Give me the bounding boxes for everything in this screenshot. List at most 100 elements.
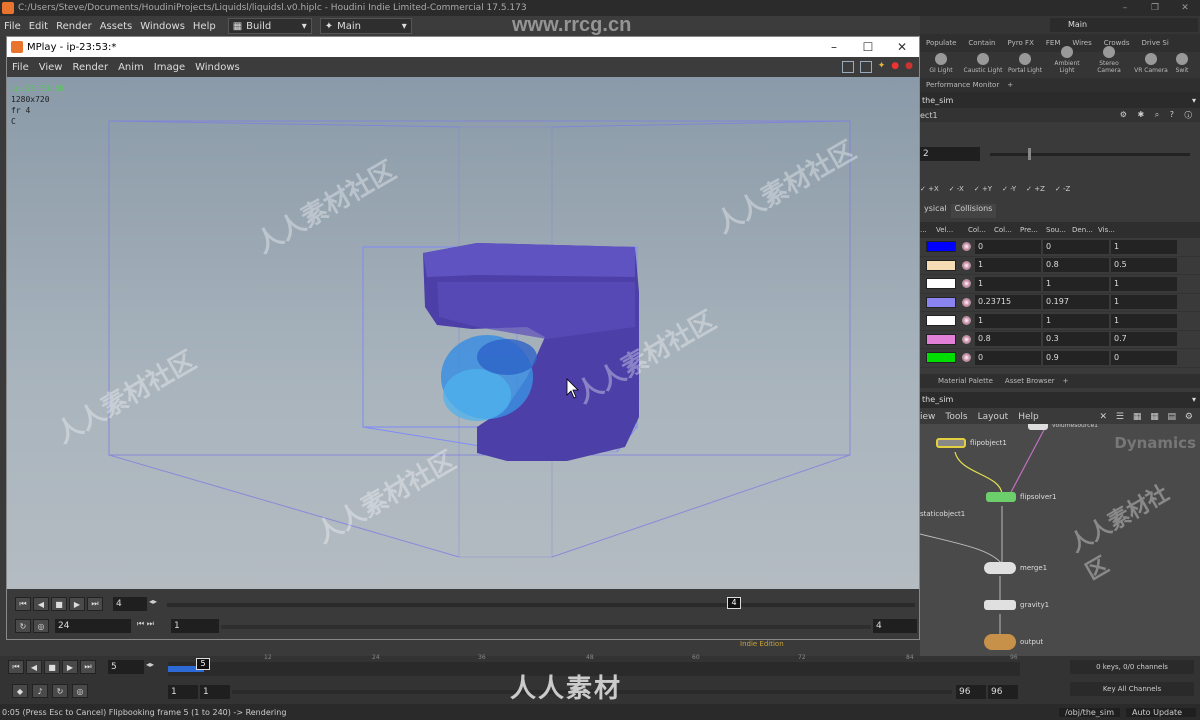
stop-render-icon[interactable]: ● [891, 61, 899, 73]
menu-assets[interactable]: Assets [96, 21, 137, 32]
color-value[interactable]: 0.8 [975, 332, 1041, 347]
range-step-icon[interactable]: ⏮ ⏭ [137, 619, 154, 629]
color-value[interactable]: 1 [1111, 239, 1177, 254]
col-header[interactable]: ... [920, 226, 936, 234]
minimize-icon[interactable]: – [817, 40, 851, 54]
star-icon[interactable]: ✦ [878, 61, 886, 73]
tool-portal-light[interactable]: Portal Light [1004, 53, 1046, 74]
col-header[interactable]: Pre... [1020, 226, 1046, 234]
col-header[interactable]: Vis... [1098, 226, 1124, 234]
fps-field[interactable]: 24 [55, 619, 131, 633]
tool-ambient-light[interactable]: Ambient Light [1046, 46, 1088, 74]
axis-toggle[interactable]: ✓ +X [920, 185, 939, 193]
range-end-field[interactable]: 4 [873, 619, 917, 633]
status-path[interactable]: /obj/the_sim [1059, 707, 1120, 717]
param-path[interactable]: the_sim ▾ [920, 92, 1200, 108]
jump-end-icon[interactable]: ⏭ [87, 597, 103, 611]
start-field[interactable]: 1 [168, 685, 198, 699]
mplay-frame-marker[interactable]: 4 [727, 597, 741, 609]
param-toolbar-icons[interactable]: ⚙ ✱ ⌕ ? ⓘ [1120, 110, 1200, 120]
loop-icon[interactable]: ↻ [52, 684, 68, 698]
keyframe-icon[interactable]: ◆ [12, 684, 28, 698]
param-slider[interactable] [990, 147, 1190, 160]
slider-handle[interactable] [1028, 147, 1031, 160]
menu-file[interactable]: File [0, 21, 25, 32]
node-output[interactable]: output [984, 634, 1043, 650]
net-menu-tools[interactable]: Tools [945, 412, 967, 422]
add-tab-icon[interactable]: + [1063, 377, 1069, 385]
color-picker-icon[interactable] [962, 334, 971, 344]
play-reverse-icon[interactable]: ◀ [26, 660, 42, 674]
play-reverse-icon[interactable]: ◀ [33, 597, 49, 611]
tool-caustic-light[interactable]: Caustic Light [962, 53, 1004, 74]
stop-icon[interactable]: ■ [44, 660, 60, 674]
color-value[interactable]: 0.3 [1043, 332, 1109, 347]
maximize-icon[interactable]: ❐ [1140, 3, 1170, 13]
color-picker-icon[interactable] [962, 297, 971, 307]
axis-toggle[interactable]: ✓ -X [949, 185, 964, 193]
axis-toggle[interactable]: ✓ +Z [1026, 185, 1045, 193]
net-menu-layout[interactable]: Layout [978, 412, 1009, 422]
current-frame-field[interactable]: 5 [108, 660, 144, 674]
step-icon[interactable]: ◂▸ [149, 597, 157, 606]
color-swatch[interactable] [926, 333, 956, 345]
minimize-icon[interactable]: – [1110, 3, 1140, 13]
jump-end-icon[interactable]: ⏭ [80, 660, 96, 674]
color-swatch[interactable] [926, 296, 956, 308]
node-flipobject1[interactable]: flipobject1 [936, 438, 1007, 448]
close-icon[interactable]: ✕ [885, 40, 919, 54]
col-header[interactable]: Col... [968, 226, 994, 234]
param-value-field[interactable]: 2 [920, 147, 980, 161]
color-swatch[interactable] [926, 259, 956, 271]
color-value[interactable]: 1 [975, 313, 1041, 328]
menu-help[interactable]: Help [189, 21, 220, 32]
shelf-tab-pyro[interactable]: Pyro FX [1001, 39, 1039, 47]
mplay-timebar[interactable] [167, 603, 915, 607]
record-icon[interactable]: ● [905, 61, 913, 73]
frame-field[interactable]: 4 [113, 597, 147, 611]
auto-update-select[interactable]: Auto Update [1126, 707, 1196, 717]
view-icon[interactable] [841, 61, 854, 73]
range-start-field[interactable]: 1 [200, 685, 230, 699]
jump-start-icon[interactable]: ⏮ [15, 597, 31, 611]
col-header[interactable]: Vel... [936, 226, 968, 234]
network-toolbar-icons[interactable]: ✕ ☰ ▦ ▦ ▤ ⚙ [1100, 412, 1200, 422]
color-swatch[interactable] [926, 241, 956, 253]
tab-performance-monitor[interactable]: Performance Monitor + [920, 78, 1200, 92]
network-view[interactable]: Dynamics flipobject1 volumesource1 flips… [920, 424, 1200, 662]
network-path[interactable]: the_sim ▾ [920, 391, 1200, 408]
color-swatch[interactable] [926, 315, 956, 327]
col-header[interactable]: Den... [1072, 226, 1098, 234]
step-icon[interactable]: ◂▸ [146, 660, 154, 669]
color-value[interactable]: 0.7 [1111, 332, 1177, 347]
color-swatch[interactable] [926, 352, 956, 364]
axis-toggle[interactable]: ✓ -Y [1002, 185, 1016, 193]
audio-icon[interactable]: ♪ [32, 684, 48, 698]
color-value[interactable]: 1 [1043, 276, 1109, 291]
realtime-icon[interactable]: ◎ [33, 619, 49, 633]
node-flipsolver1[interactable]: flipsolver1 [986, 492, 1056, 502]
mplay-menu-windows[interactable]: Windows [190, 62, 245, 73]
shelf-main-select[interactable]: Main [1050, 18, 1198, 32]
color-value[interactable]: 1 [1111, 295, 1177, 310]
range-start-field[interactable]: 1 [171, 619, 219, 633]
color-value[interactable]: 0.5 [1111, 258, 1177, 273]
color-value[interactable]: 1 [1043, 313, 1109, 328]
color-value[interactable]: 1 [1111, 276, 1177, 291]
color-value[interactable]: 0 [1111, 350, 1177, 365]
color-value[interactable]: 0.23715 [975, 295, 1041, 310]
color-value[interactable]: 0 [975, 350, 1041, 365]
render-viewport[interactable]: ip-23:53:36 1280x720 fr 4 C 人人素材社区 人人素材社… [7, 77, 919, 589]
maximize-icon[interactable]: ☐ [851, 40, 885, 54]
axis-toggle[interactable]: ✓ +Y [974, 185, 992, 193]
save-icon[interactable] [859, 61, 872, 73]
main-select[interactable]: ✦ Main ▾ [319, 18, 412, 34]
mplay-menu-render[interactable]: Render [67, 62, 113, 73]
menu-edit[interactable]: Edit [25, 21, 52, 32]
col-header[interactable]: Sou... [1046, 226, 1072, 234]
key-all-channels-select[interactable]: Key All Channels [1070, 682, 1194, 696]
color-value[interactable]: 1 [975, 276, 1041, 291]
color-value[interactable]: 1 [1111, 313, 1177, 328]
col-header[interactable]: Col... [994, 226, 1020, 234]
frame-marker[interactable]: 5 [196, 658, 210, 670]
